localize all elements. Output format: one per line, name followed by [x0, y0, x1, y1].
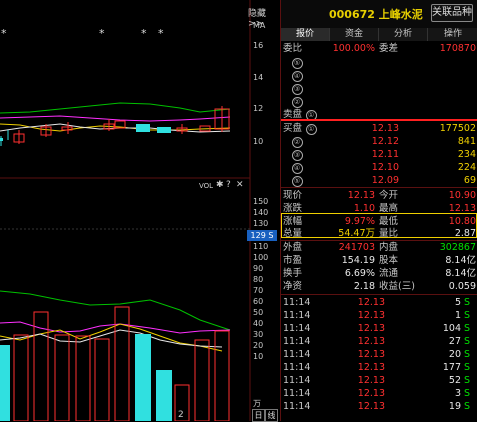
buy-row: ② 12.12 841 [281, 135, 477, 148]
vol-axis-tick: 90 [253, 264, 264, 273]
buy-row: 买盘 ① 12.13 177502 [283, 123, 476, 135]
day-button[interactable]: 日 [252, 409, 265, 422]
stat-row: 净资 2.18 收益(三) 0.059 [283, 281, 476, 292]
volume-bars [0, 306, 230, 421]
quote-panel: 000672 上峰水泥 关联品种 报价 资金 分析 操作 委比 100.00% … [280, 0, 477, 421]
close-icon[interactable]: ✕ [236, 180, 244, 190]
marker-star: * [141, 27, 147, 40]
tick-row: 11:14 12.13 104 S [283, 323, 471, 334]
gear-icon[interactable]: ✱ [216, 180, 224, 190]
kline-chart[interactable]: * * * * [0, 0, 280, 421]
marker-star: * [158, 27, 164, 40]
tick-row: 11:14 12.13 1 S [283, 310, 471, 321]
stat-row: 外盘 241703 内盘 302867 [283, 242, 476, 253]
vol-axis-tick: 140 [253, 208, 269, 217]
vol-axis-tick: 10 [253, 352, 264, 361]
price-axis-12: 12 [253, 104, 264, 113]
day-label: 2 [178, 410, 184, 420]
marker-star: * [1, 27, 7, 40]
sell-row: ⑤ [281, 56, 477, 69]
tick-row: 11:14 12.13 3 S [283, 388, 471, 399]
help-icon[interactable]: ? [226, 180, 231, 190]
ratio-label: 委比 [283, 43, 303, 54]
price-axis-10: 10 [253, 137, 264, 146]
ma-label: MA [253, 21, 266, 30]
divider [281, 187, 477, 188]
stock-terminal: { "header": { "code": "000672", "name": … [0, 0, 477, 422]
stat-row: 市盈 154.19 股本 8.14亿 [283, 255, 476, 266]
divider [281, 294, 477, 295]
stock-title: 000672 上峰水泥 [329, 8, 423, 21]
ma20-line [0, 115, 231, 122]
tab-quote[interactable]: 报价 [281, 28, 330, 41]
tab-analysis[interactable]: 分析 [379, 28, 428, 41]
buy-row: ③ 12.11 234 [281, 148, 477, 161]
sell-row: ③ [281, 82, 477, 95]
ma30-line [0, 102, 231, 114]
vol-axis-tick: 50 [253, 308, 264, 317]
quote-header: 000672 上峰水泥 关联品种 [281, 0, 477, 28]
diff-value: 170870 [439, 43, 476, 54]
vol-axis-tick: 110 [253, 242, 269, 251]
vol-ma-yellow [0, 323, 223, 352]
buy-row: ⑤ 12.09 69 [281, 174, 477, 187]
vol-axis-tick: 100 [253, 253, 269, 262]
tick-row: 11:14 12.13 20 S [283, 349, 471, 360]
tick-row: 11:14 12.13 52 S [283, 375, 471, 386]
price-axis-16: 16 [253, 41, 264, 50]
vol-axis-tick: 150 [253, 197, 269, 206]
vol-axis-tick: 40 [253, 319, 264, 328]
vol-axis-tick: 130 [253, 219, 269, 228]
chart-panel[interactable]: * * * * 隐藏 >> MA 16 14 12 10 VOL ✱ ? ✕ 1… [0, 0, 280, 422]
vol-axis-tick: 70 [253, 286, 264, 295]
ratio-row: 委比 100.00% 委差 170870 [281, 42, 477, 55]
tick-row: 11:14 12.13 27 S [283, 336, 471, 347]
tab-fund[interactable]: 资金 [330, 28, 379, 41]
vol-unit: 万 [253, 399, 261, 408]
price-axis-14: 14 [253, 73, 264, 82]
vol-axis-tick: 30 [253, 330, 264, 339]
divider [281, 119, 477, 121]
sell-row: ② [281, 95, 477, 108]
marker-star: * [99, 27, 105, 40]
vol-axis-tick: 20 [253, 341, 264, 350]
quote-tabs: 报价 资金 分析 操作 [281, 28, 477, 41]
tab-operation[interactable]: 操作 [428, 28, 477, 41]
stat-row: 总量 54.47万 量比 2.87 [283, 228, 476, 239]
vol-axis-tick: 60 [253, 297, 264, 306]
stat-row: 换手 6.69% 流通 8.14亿 [283, 268, 476, 279]
tick-row: 11:14 12.13 5 S [283, 297, 471, 308]
vol-marker: 129 S [247, 230, 277, 241]
related-button[interactable]: 关联品种 [431, 4, 473, 22]
buy-row: ④ 12.10 224 [281, 161, 477, 174]
vol-axis-tick: 80 [253, 275, 264, 284]
sell-row: ④ [281, 69, 477, 82]
period-button[interactable]: 线 [265, 409, 278, 422]
tick-row: 11:14 12.13 177 S [283, 362, 471, 373]
vol-label: VOL [199, 182, 214, 190]
stat-row: 现价 12.13 今开 10.90 [283, 190, 476, 201]
ratio-value: 100.00% [332, 43, 375, 54]
tick-row: 11:14 12.13 19 S [283, 401, 471, 412]
diff-label: 委差 [379, 43, 399, 54]
